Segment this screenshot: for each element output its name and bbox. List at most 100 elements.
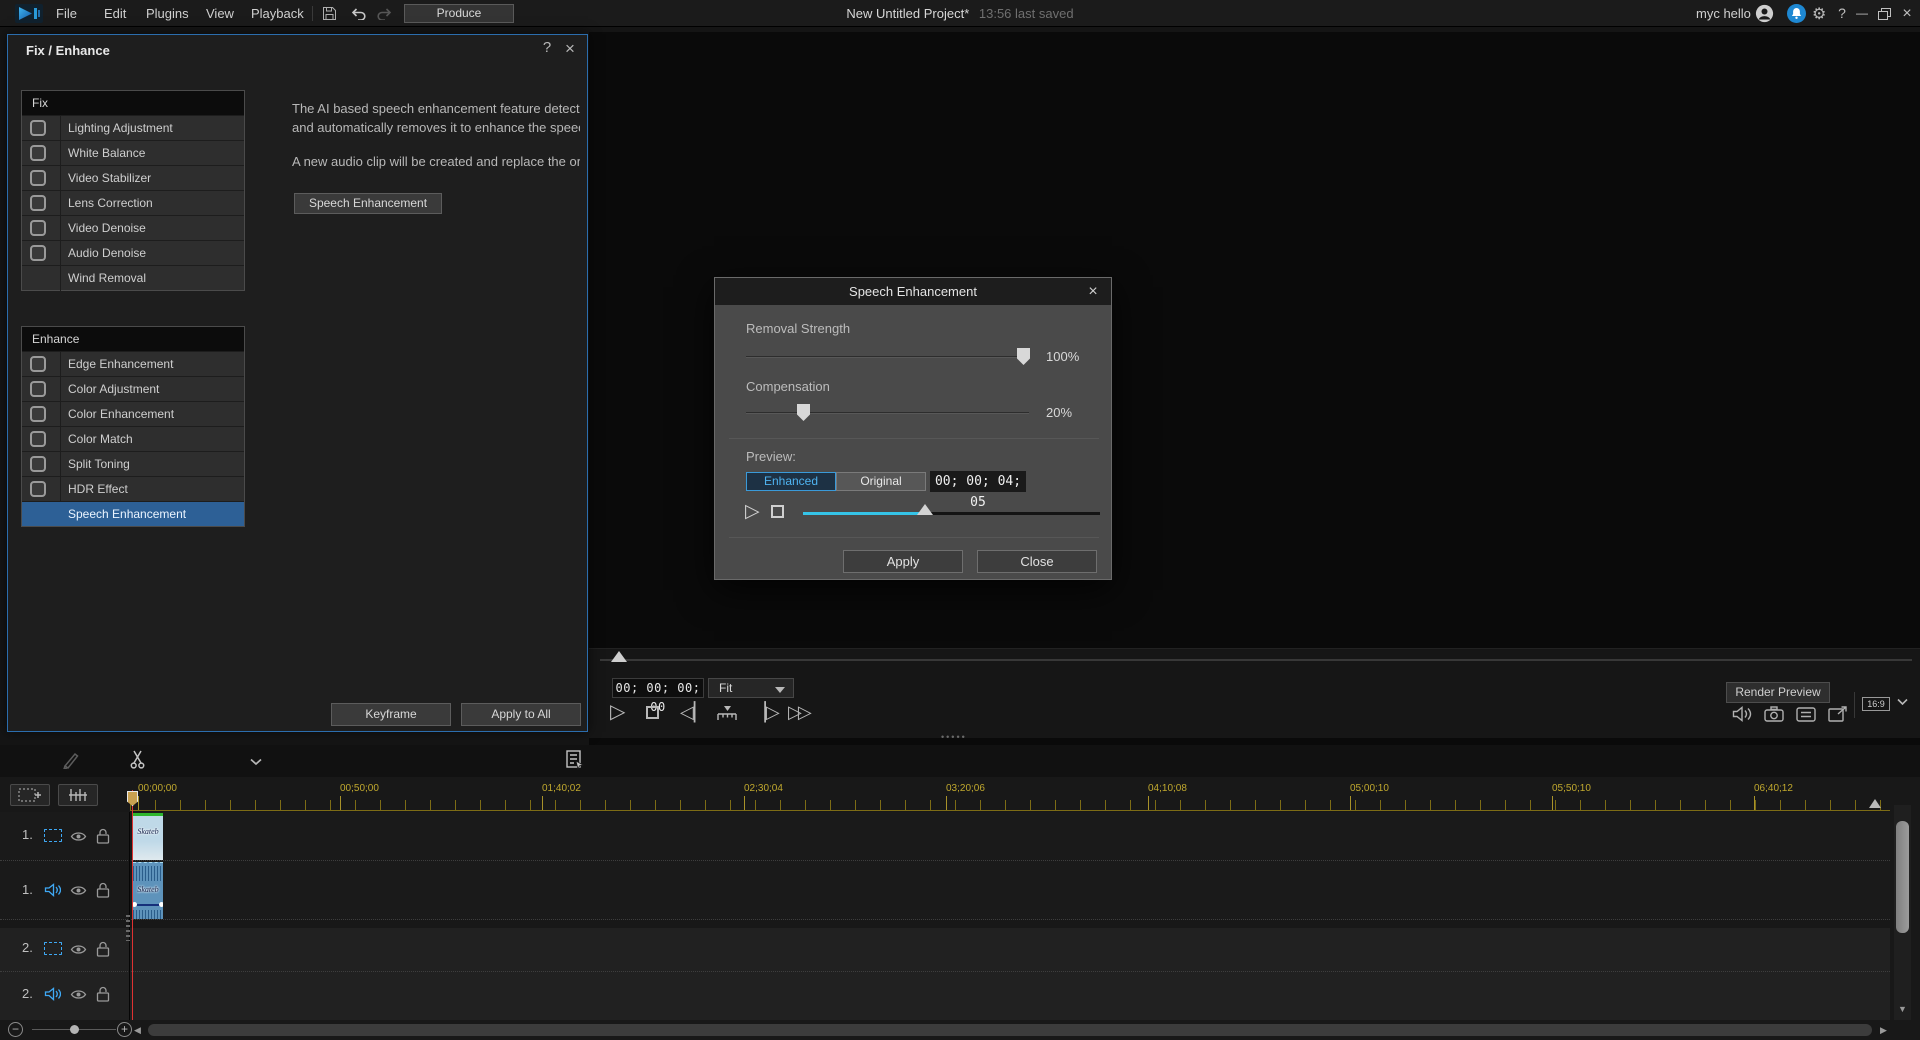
- apply-button[interactable]: Apply: [843, 550, 963, 573]
- list-item-audio-denoise[interactable]: Audio Denoise: [22, 240, 244, 265]
- speech-enhancement-button[interactable]: Speech Enhancement: [294, 193, 442, 214]
- list-item-wind-removal[interactable]: Wind Removal: [22, 265, 244, 290]
- aspect-chevron-down-icon[interactable]: [1897, 698, 1908, 706]
- timeline-ruler[interactable]: [130, 800, 1890, 810]
- settings-gear-icon[interactable]: ⚙: [1812, 4, 1826, 24]
- preview-stop-button[interactable]: [771, 505, 784, 518]
- previous-frame-button[interactable]: ◁▏: [680, 702, 708, 722]
- list-item-lens-correction[interactable]: Lens Correction: [22, 190, 244, 215]
- track-lock-icon[interactable]: [96, 828, 110, 844]
- track-manager-button[interactable]: [10, 784, 50, 806]
- redo-icon[interactable]: [376, 7, 393, 20]
- track-row-video-2[interactable]: 2.: [0, 928, 1890, 972]
- list-item-video-denoise[interactable]: Video Denoise: [22, 215, 244, 240]
- scroll-left-icon[interactable]: ◀: [134, 1025, 141, 1036]
- track-row-video-1[interactable]: 1.: [0, 812, 1890, 861]
- removal-strength-thumb[interactable]: [1017, 348, 1030, 365]
- menu-file[interactable]: File: [52, 0, 81, 27]
- list-item-video-stabilizer[interactable]: Video Stabilizer: [22, 165, 244, 190]
- preview-play-button[interactable]: ▷: [745, 500, 760, 523]
- undock-preview-icon[interactable]: [1828, 706, 1848, 722]
- checkbox[interactable]: [30, 381, 46, 397]
- produce-button[interactable]: Produce: [404, 4, 514, 23]
- preview-seek-thumb[interactable]: [611, 651, 627, 662]
- render-preview-button[interactable]: Render Preview: [1726, 682, 1830, 703]
- list-item-color-adjustment[interactable]: Color Adjustment: [22, 376, 244, 401]
- preview-progress-bar[interactable]: [803, 512, 1100, 515]
- horizontal-scroll-thumb[interactable]: [148, 1024, 1872, 1036]
- list-item-hdr-effect[interactable]: HDR Effect: [22, 476, 244, 501]
- stop-button[interactable]: [646, 706, 659, 719]
- undo-icon[interactable]: [350, 7, 367, 20]
- keyframe-button[interactable]: Keyframe: [331, 703, 451, 726]
- track-lock-icon[interactable]: [96, 882, 110, 898]
- fast-forward-button[interactable]: ▷▷: [788, 702, 808, 722]
- list-item-edge-enhancement[interactable]: Edge Enhancement: [22, 351, 244, 376]
- split-scissors-icon[interactable]: [130, 750, 145, 769]
- volume-keyframe-node[interactable]: [133, 902, 137, 907]
- panel-resize-grip[interactable]: •••••: [941, 732, 967, 742]
- vertical-scroll-thumb[interactable]: [1896, 821, 1909, 933]
- list-item-white-balance[interactable]: White Balance: [22, 140, 244, 165]
- timeline-vertical-scrollbar[interactable]: [1894, 805, 1911, 1020]
- checkbox[interactable]: [30, 120, 46, 136]
- removal-strength-slider[interactable]: [746, 356, 1029, 358]
- menu-playback[interactable]: Playback: [247, 0, 308, 27]
- display-options-icon[interactable]: [1796, 707, 1816, 722]
- snapshot-camera-icon[interactable]: [1764, 706, 1784, 722]
- panel-close-icon[interactable]: ×: [561, 39, 579, 59]
- original-toggle[interactable]: Original: [836, 472, 926, 491]
- audio-mixing-button[interactable]: [58, 784, 98, 806]
- timeline-end-marker[interactable]: [1869, 799, 1881, 808]
- track-visibility-eye-icon[interactable]: [70, 988, 87, 1001]
- menu-view[interactable]: View: [202, 0, 238, 27]
- track-visibility-eye-icon[interactable]: [70, 830, 87, 843]
- preview-seek-bar[interactable]: [600, 659, 1912, 661]
- checkbox[interactable]: [30, 145, 46, 161]
- dialog-close-icon[interactable]: ×: [1083, 278, 1103, 305]
- help-icon[interactable]: ?: [1834, 0, 1850, 27]
- close-button[interactable]: Close: [977, 550, 1097, 573]
- tools-chevron-down-icon[interactable]: [250, 758, 262, 766]
- track-lock-icon[interactable]: [96, 941, 110, 957]
- checkbox[interactable]: [30, 431, 46, 447]
- save-icon[interactable]: [322, 6, 337, 21]
- checkbox[interactable]: [30, 245, 46, 261]
- scroll-down-icon[interactable]: ▼: [1898, 1004, 1907, 1014]
- enhanced-toggle[interactable]: Enhanced: [746, 472, 836, 491]
- minimize-icon[interactable]: —: [1854, 0, 1870, 27]
- audio-clip[interactable]: Skateb: [133, 862, 163, 919]
- checkbox[interactable]: [30, 170, 46, 186]
- track-area-grip[interactable]: [126, 915, 130, 941]
- aspect-ratio-badge[interactable]: 16:9: [1862, 697, 1890, 711]
- checkbox[interactable]: [30, 406, 46, 422]
- checkbox[interactable]: [30, 456, 46, 472]
- zoom-out-button[interactable]: −: [8, 1022, 23, 1037]
- play-button[interactable]: ▷: [610, 702, 625, 722]
- track-visibility-eye-icon[interactable]: [70, 943, 87, 956]
- zoom-fit-dropdown[interactable]: Fit: [708, 678, 794, 698]
- compensation-slider[interactable]: [746, 412, 1029, 414]
- list-item-color-enhancement[interactable]: Color Enhancement: [22, 401, 244, 426]
- panel-help-icon[interactable]: ?: [538, 39, 556, 56]
- list-item-split-toning[interactable]: Split Toning: [22, 451, 244, 476]
- checkbox[interactable]: [30, 220, 46, 236]
- design-tool-icon[interactable]: [62, 751, 80, 769]
- volume-keyframe-node[interactable]: [159, 902, 163, 907]
- track-row-audio-2[interactable]: 2.: [0, 972, 1890, 1020]
- player-timecode[interactable]: 00; 00; 00; 00: [612, 678, 704, 698]
- account-avatar-icon[interactable]: [1755, 4, 1774, 23]
- preview-progress-thumb[interactable]: [917, 504, 933, 515]
- notification-bell-icon[interactable]: [1787, 4, 1806, 23]
- playhead-line[interactable]: [132, 790, 133, 1020]
- zoom-in-button[interactable]: +: [117, 1022, 132, 1037]
- video-clip[interactable]: Skateb: [133, 813, 163, 860]
- dialog-title[interactable]: Speech Enhancement: [715, 278, 1111, 305]
- seek-to-marker-icon[interactable]: [716, 705, 738, 721]
- checkbox[interactable]: [30, 356, 46, 372]
- select-clips-icon[interactable]: [566, 750, 585, 770]
- checkbox[interactable]: [30, 195, 46, 211]
- list-item-lighting-adjustment[interactable]: Lighting Adjustment: [22, 115, 244, 140]
- user-name[interactable]: myc hello: [1692, 0, 1755, 27]
- track-visibility-eye-icon[interactable]: [70, 884, 87, 897]
